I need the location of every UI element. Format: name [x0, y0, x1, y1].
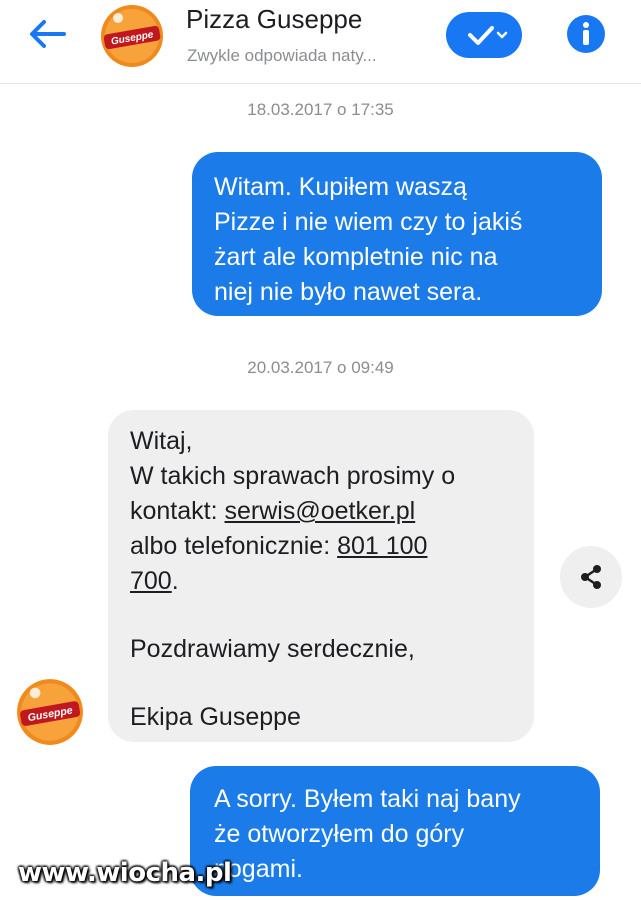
message-line: Pizze i nie wiem czy to jakiś — [214, 208, 523, 236]
sender-avatar[interactable]: Guseppe — [16, 678, 84, 746]
watermark: www.wiocha.pl — [18, 858, 232, 888]
message-line: albo telefonicznie: 801 100 — [130, 529, 514, 564]
contact-name[interactable]: Pizza Guseppe — [186, 4, 362, 35]
message-line: Witam. Kupiłem waszą — [214, 173, 467, 201]
message-line: że otworzyłem do góry — [214, 820, 465, 848]
share-icon — [581, 565, 601, 589]
verify-button[interactable] — [446, 12, 522, 58]
share-button[interactable] — [560, 546, 622, 608]
outgoing-message[interactable]: Witam. Kupiłem waszą Pizze i nie wiem cz… — [192, 152, 602, 316]
timestamp: 20.03.2017 o 09:49 — [247, 358, 394, 377]
message-line: Witaj, — [130, 427, 193, 455]
contact-prefix: kontakt: — [130, 497, 225, 525]
message-line: niej nie było nawet sera. — [214, 278, 483, 306]
chat-header: Guseppe Pizza Guseppe Zwykle odpowiada n… — [0, 0, 641, 84]
check-chevron-icon — [468, 26, 508, 45]
message-line: kontakt: serwis@oetker.pl — [130, 494, 514, 529]
message-line: W takich sprawach prosimy o — [130, 462, 456, 490]
contact-avatar[interactable]: Guseppe — [100, 4, 164, 68]
phone-link-continued[interactable]: 700 — [130, 567, 172, 595]
outgoing-message[interactable]: A sorry. Byłem taki naj bany że otworzył… — [190, 766, 600, 896]
incoming-message[interactable]: Witaj, W takich sprawach prosimy o konta… — [108, 410, 534, 742]
email-link[interactable]: serwis@oetker.pl — [225, 497, 416, 525]
message-line: Ekipa Guseppe — [130, 703, 301, 731]
message-line: 700. — [130, 564, 514, 599]
back-arrow-icon[interactable] — [24, 16, 72, 52]
info-icon[interactable] — [566, 14, 606, 54]
timestamp: 18.03.2017 o 17:35 — [247, 100, 394, 119]
message-line: żart ale kompletnie nic na — [214, 243, 498, 271]
phone-suffix: . — [171, 567, 179, 595]
phone-link[interactable]: 801 100 — [337, 532, 427, 560]
message-line: A sorry. Byłem taki naj bany — [214, 785, 521, 813]
message-line: nogami. — [214, 855, 303, 883]
phone-prefix: albo telefonicznie: — [130, 532, 338, 560]
response-status: Zwykle odpowiada naty... — [187, 46, 377, 65]
message-line: Pozdrawiamy serdecznie, — [130, 635, 415, 663]
